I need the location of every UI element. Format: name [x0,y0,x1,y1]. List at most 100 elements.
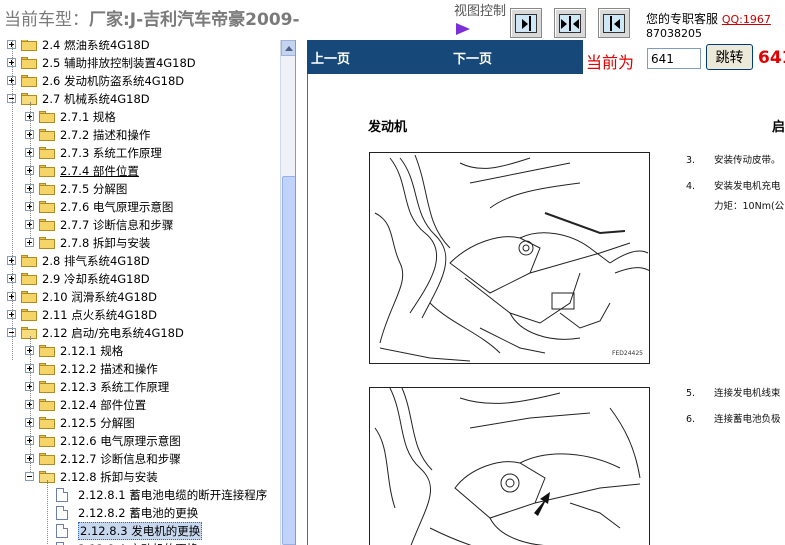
step-item: 3. 安装传动皮带。 [686,155,781,166]
next-page-button[interactable]: 下一页 [453,48,492,67]
tree-item-label: 2.12.3 系统工作原理 [60,380,170,394]
tree-item-label: 2.11 点火系统4G18D [42,308,157,322]
tree-item-label: 2.12.8 拆卸与安装 [60,470,158,484]
tree-item-label: 2.12.7 诊断信息和步骤 [60,452,181,466]
expand-plus-icon[interactable] [25,238,34,247]
tree-item-label: 2.12.5 分解图 [60,416,135,430]
tree-item-label: 2.7.6 电气原理示意图 [60,200,174,214]
current-page-value: 641 [758,48,785,68]
tree-item[interactable]: 2.12.8.2 蓄电池的更换 [0,504,280,522]
tree-guide-line [30,336,31,472]
tree-scrollbar[interactable] [280,40,295,545]
step-item: 6. 连接蓄电池负极 [686,414,781,425]
vehicle-title-prefix: 当前车型： [4,10,89,30]
folder-icon [39,237,55,249]
tree-item[interactable]: 2.7.6 电气原理示意图 [0,198,280,216]
tree-item[interactable]: 2.7.4 部件位置 [0,162,280,180]
folder-icon [39,111,55,123]
tree-item[interactable]: 2.12.8 拆卸与安装 [0,468,280,486]
split-pane-button[interactable] [554,8,586,38]
folder-icon [21,57,37,69]
tree-item-label: 2.12.8.4 启动机的更换 [78,540,198,545]
folder-icon [21,291,37,303]
tree-item[interactable]: 2.9 冷却系统4G18D [0,270,280,288]
tree-item[interactable]: 2.12 启动/充电系统4G18D [0,324,280,342]
view-control-label: 视图控制 [454,3,506,37]
vehicle-title: 当前车型：厂家:J-吉利汽车帝豪2009- [4,5,300,30]
tree-item[interactable]: 2.10 润滑系统4G18D [0,288,280,306]
folder-open-icon [21,93,37,105]
play-arrow-icon [456,22,470,35]
folder-icon [21,309,37,321]
tree-item-label: 2.12 启动/充电系统4G18D [42,326,184,340]
tree-item[interactable]: 2.8 排气系统4G18D [0,252,280,270]
tree-item[interactable]: 2.12.8.3 发电机的更换 [0,522,280,540]
tree-item[interactable]: 2.4 燃油系统4G18D [0,40,280,54]
folder-icon [39,165,55,177]
folder-icon [39,435,55,447]
tree-item[interactable]: 2.12.8.1 蓄电池电缆的断开连接程序 [0,486,280,504]
scroll-up-arrow-icon[interactable] [281,40,295,56]
tree-item[interactable]: 2.12.2 描述和操作 [0,360,280,378]
qq-link[interactable]: QQ:1967 [722,13,771,26]
collapse-minus-icon[interactable] [25,472,34,481]
tree-item-label: 2.8 排气系统4G18D [42,254,150,268]
folder-icon [21,40,37,51]
tree-item[interactable]: 2.11 点火系统4G18D [0,306,280,324]
folder-icon [21,75,37,87]
prev-page-button[interactable]: 上一页 [311,48,350,67]
document-page-icon [56,524,68,538]
document-page-icon [56,488,68,502]
collapse-right-pane-icon [603,14,625,33]
folder-icon [39,219,55,231]
tree-guide-line [12,40,13,360]
tree-item[interactable]: 2.12.8.4 启动机的更换 [0,540,280,545]
folder-icon [39,201,55,213]
tree-item[interactable]: 2.12.6 电气原理示意图 [0,432,280,450]
tree-item[interactable]: 2.7.2 描述和操作 [0,126,280,144]
folder-open-icon [21,327,37,339]
tree-item[interactable]: 2.6 发动机防盗系统4G18D [0,72,280,90]
folder-icon [39,453,55,465]
jump-button[interactable]: 跳转 [706,44,753,70]
tree-item[interactable]: 2.7.7 诊断信息和步骤 [0,216,280,234]
tree-item[interactable]: 2.12.3 系统工作原理 [0,378,280,396]
folder-icon [21,255,37,267]
collapse-left-pane-button[interactable] [510,8,542,38]
split-pane-icon [559,14,581,33]
tree-item[interactable]: 2.7 机械系统4G18D [0,90,280,108]
tree-item-label: 2.12.2 描述和操作 [60,362,158,376]
service-phone: 87038205 [646,28,702,40]
current-page-label: 当前为 [586,53,635,72]
document-page-icon [56,506,68,520]
tree-item[interactable]: 2.7.8 拆卸与安装 [0,234,280,252]
folder-icon [39,363,55,375]
scroll-thumb[interactable] [282,176,295,545]
page-number-input[interactable] [647,48,701,69]
tree-item[interactable]: 2.5 辅助排放控制装置4G18D [0,54,280,72]
folder-icon [39,417,55,429]
tree-item[interactable]: 2.12.5 分解图 [0,414,280,432]
tree-item[interactable]: 2.12.7 诊断信息和步骤 [0,450,280,468]
tree-item[interactable]: 2.12.4 部件位置 [0,396,280,414]
tree-item[interactable]: 2.7.3 系统工作原理 [0,144,280,162]
folder-icon [39,129,55,141]
tree-item-label: 2.12.8.2 蓄电池的更换 [78,506,199,520]
tree-item[interactable]: 2.7.1 规格 [0,108,280,126]
step-item: 4. 安装发电机充电 [686,181,781,192]
collapse-right-pane-button[interactable] [598,8,630,38]
tree-item-label: 2.7.2 描述和操作 [60,128,151,142]
tree-item-label: 2.12.4 部件位置 [60,398,147,412]
folder-icon [21,273,37,285]
tree-item[interactable]: 2.12.1 规格 [0,342,280,360]
vehicle-model: 厂家:J-吉利汽车帝豪2009- [89,10,300,30]
pane-divider[interactable] [297,40,307,545]
folder-icon [39,345,55,357]
figure-alternator-harness [369,387,650,545]
tree-item-label: 2.5 辅助排放控制装置4G18D [42,56,196,70]
engine-figure-2-drawing [374,388,641,545]
tree-item[interactable]: 2.7.5 分解图 [0,180,280,198]
tree-item-label: 2.7.5 分解图 [60,182,128,196]
section-title-right: 启 [772,120,785,135]
figure-alternator-removal: FED24425 [369,152,650,364]
